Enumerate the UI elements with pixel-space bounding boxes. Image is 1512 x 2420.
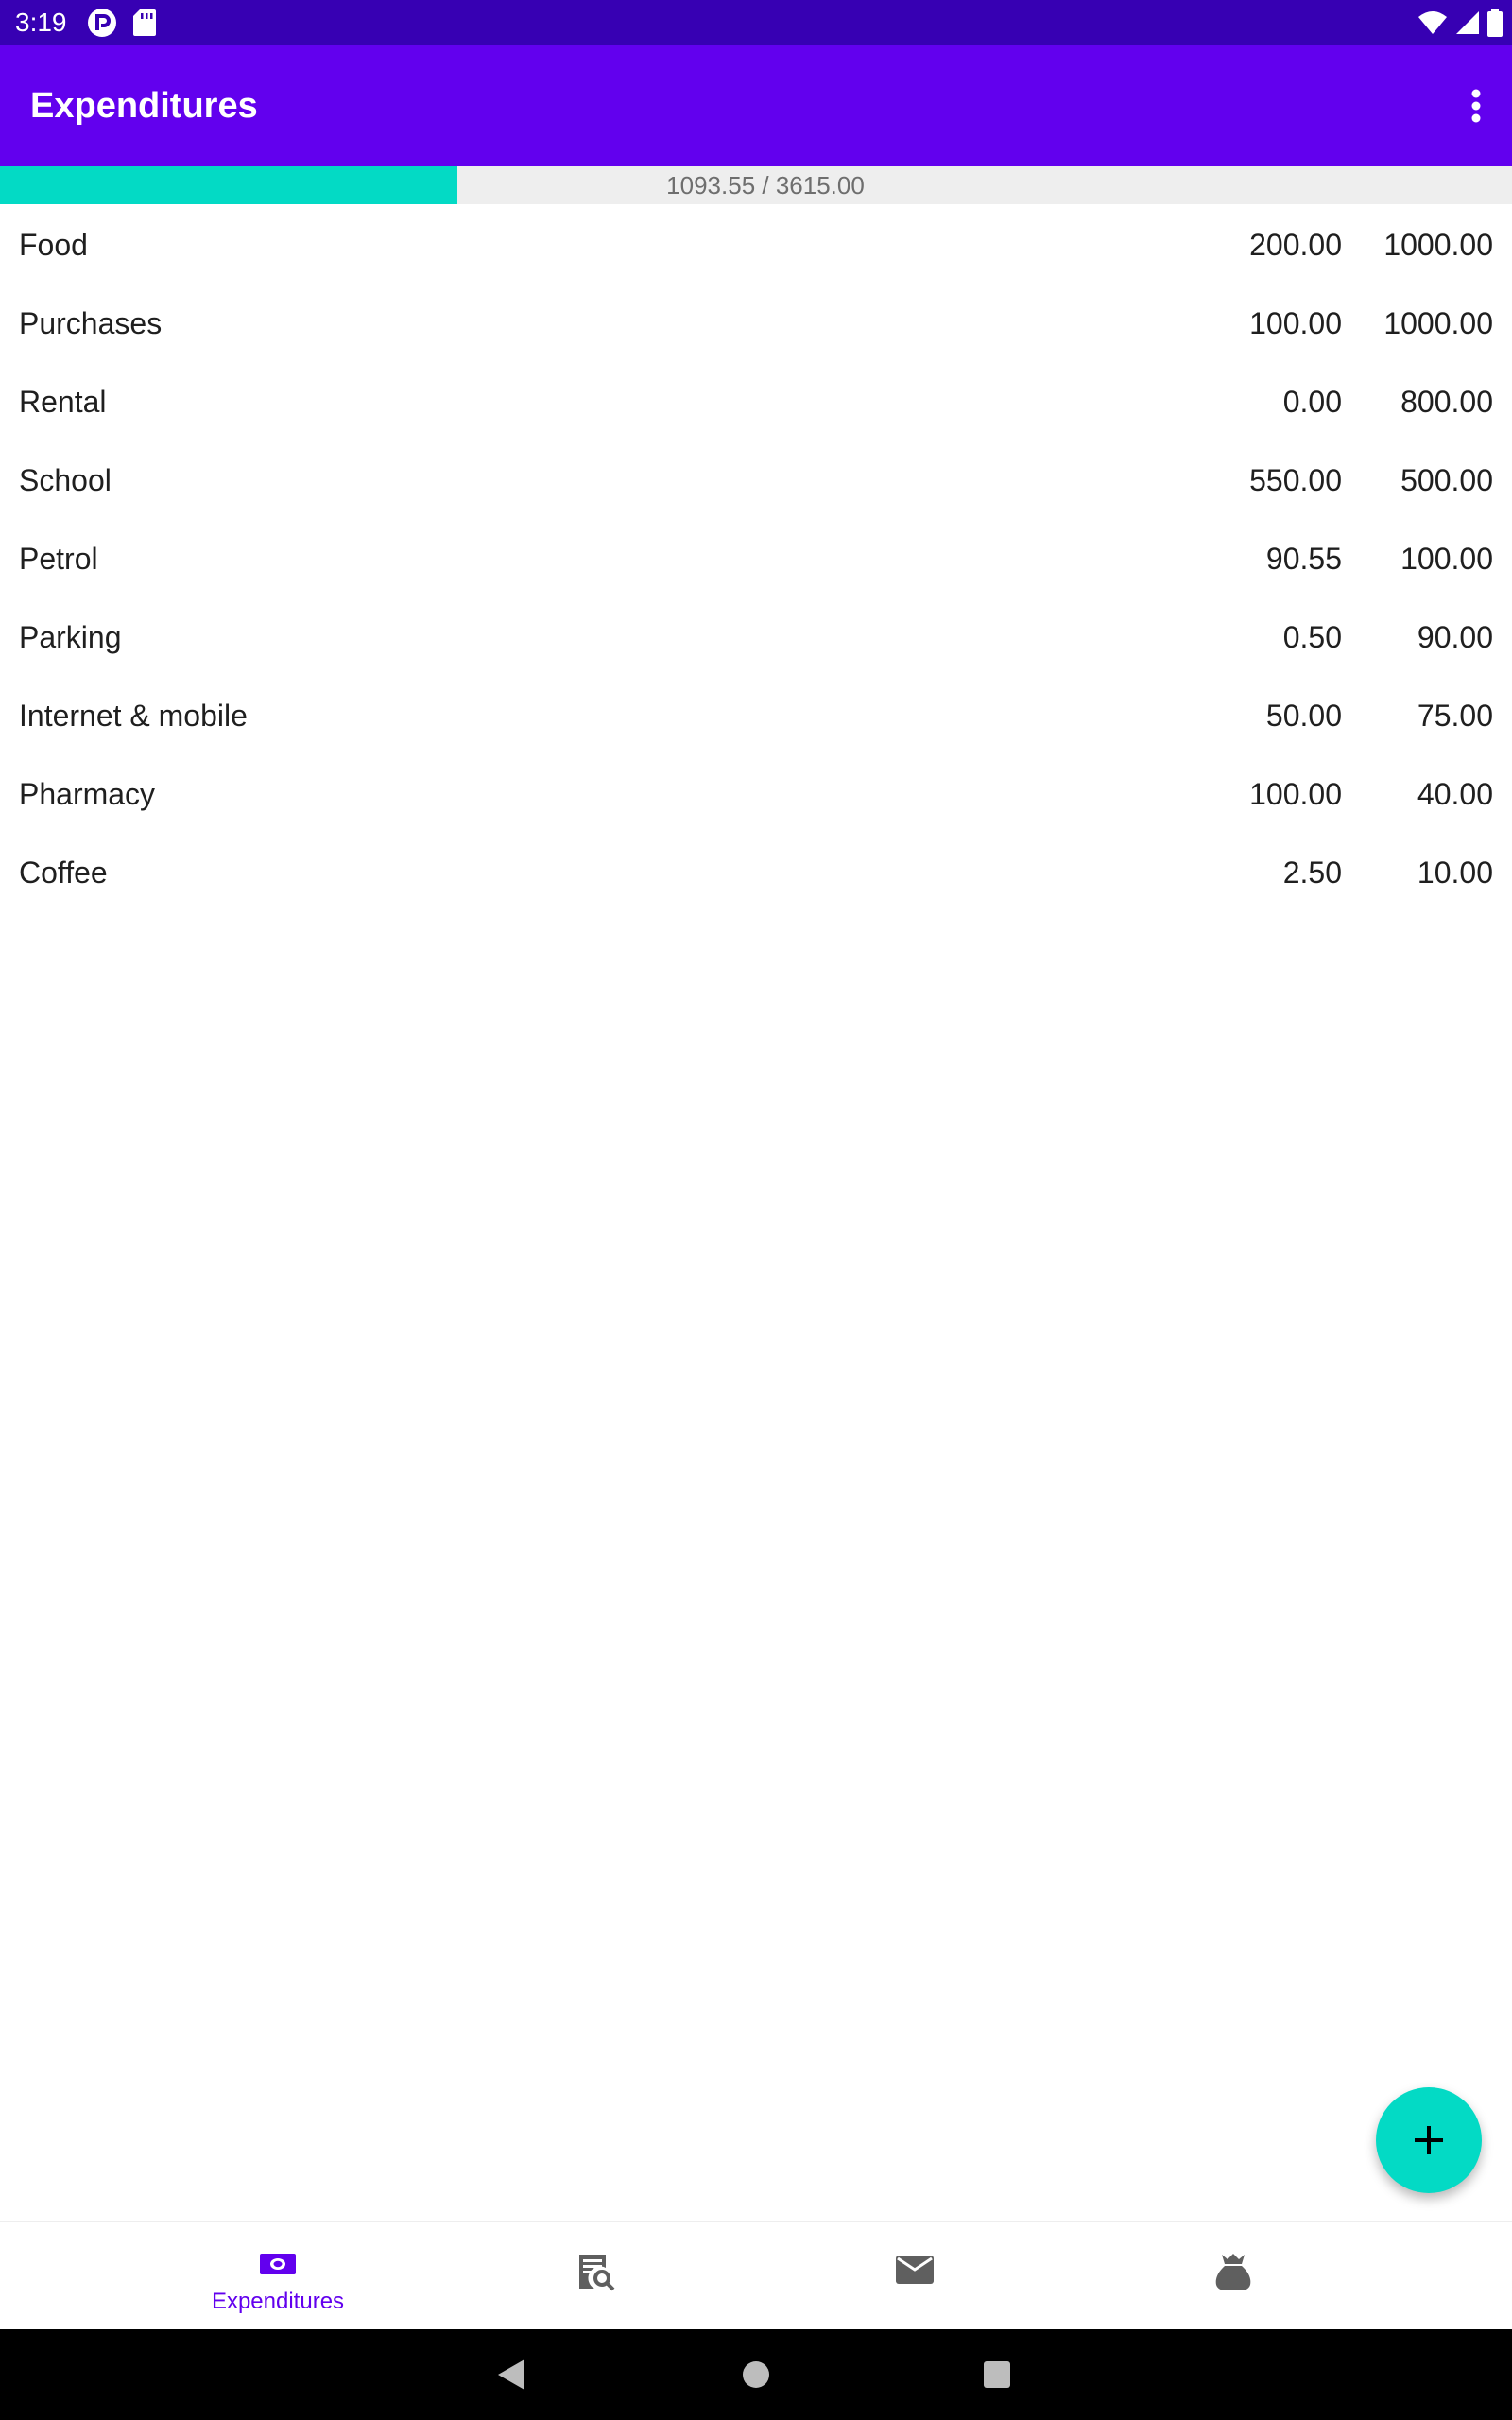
nav-item-receipt-search[interactable] bbox=[502, 2222, 691, 2330]
budget-amount: 1000.00 bbox=[1383, 306, 1493, 340]
recents-icon bbox=[984, 2361, 1010, 2388]
budget-amount: 40.00 bbox=[1417, 777, 1493, 811]
system-navigation-bar bbox=[0, 2329, 1512, 2420]
list-item[interactable]: Purchases 100.00 1000.00 bbox=[0, 285, 1512, 363]
add-icon bbox=[1415, 2126, 1443, 2154]
category-name: Pharmacy bbox=[19, 777, 156, 811]
status-bar: 3:19 bbox=[0, 0, 1512, 45]
status-right-icons bbox=[1418, 8, 1503, 38]
pocket-casts-icon bbox=[88, 9, 116, 37]
list-item[interactable]: Pharmacy 100.00 40.00 bbox=[0, 755, 1512, 834]
category-name: Purchases bbox=[19, 306, 163, 340]
budget-amount: 75.00 bbox=[1417, 699, 1493, 733]
nav-label-expenditures: Expenditures bbox=[211, 2289, 345, 2314]
category-name: Parking bbox=[19, 620, 122, 654]
status-left-icons bbox=[87, 8, 157, 38]
page-title: Expenditures bbox=[30, 86, 258, 126]
budget-amount: 90.00 bbox=[1417, 620, 1493, 654]
more-vert-icon bbox=[1471, 89, 1481, 123]
back-button[interactable] bbox=[490, 2352, 536, 2397]
sd-card-icon bbox=[133, 9, 156, 36]
budget-amount: 800.00 bbox=[1400, 385, 1493, 419]
app-bar: Expenditures bbox=[0, 45, 1512, 166]
recents-button[interactable] bbox=[974, 2352, 1020, 2397]
back-icon bbox=[498, 2360, 524, 2390]
category-name: Coffee bbox=[19, 856, 108, 890]
nav-item-mail[interactable] bbox=[820, 2222, 1009, 2330]
expenditure-list: Food 200.00 1000.00 Purchases 100.00 1000.00 R… bbox=[0, 206, 1512, 912]
spent-amount: 550.00 bbox=[1249, 463, 1342, 497]
budget-amount: 500.00 bbox=[1400, 463, 1493, 497]
overflow-menu-button[interactable] bbox=[1457, 79, 1495, 132]
budget-progress-bar: 1093.55 / 3615.00 bbox=[0, 166, 1512, 204]
list-item[interactable]: Petrol 90.55 100.00 bbox=[0, 520, 1512, 598]
category-name: Petrol bbox=[19, 542, 98, 576]
bottom-navigation: Expenditures bbox=[0, 2221, 1512, 2330]
spent-amount: 2.50 bbox=[1282, 856, 1342, 890]
category-name: Food bbox=[19, 228, 88, 262]
budget-amount: 10.00 bbox=[1417, 856, 1493, 890]
list-item[interactable]: Parking 0.50 90.00 bbox=[0, 598, 1512, 677]
nav-item-expenditures[interactable]: Expenditures bbox=[183, 2222, 372, 2330]
home-button[interactable] bbox=[733, 2352, 779, 2397]
spent-amount: 0.00 bbox=[1282, 385, 1342, 419]
nav-item-money-bag[interactable] bbox=[1139, 2222, 1328, 2330]
list-item[interactable]: Food 200.00 1000.00 bbox=[0, 206, 1512, 285]
list-item[interactable]: Internet & mobile 50.00 75.00 bbox=[0, 677, 1512, 755]
list-item[interactable]: Rental 0.00 800.00 bbox=[0, 363, 1512, 441]
battery-icon bbox=[1487, 9, 1503, 37]
home-icon bbox=[743, 2361, 769, 2388]
list-item[interactable]: Coffee 2.50 10.00 bbox=[0, 834, 1512, 912]
money-bag-icon bbox=[1215, 2254, 1251, 2290]
category-name: School bbox=[19, 463, 112, 497]
wifi-icon bbox=[1418, 11, 1447, 34]
status-time: 3:19 bbox=[15, 8, 67, 37]
receipt-search-icon bbox=[579, 2255, 615, 2291]
spent-amount: 200.00 bbox=[1249, 228, 1342, 262]
money-icon bbox=[260, 2254, 296, 2274]
spent-amount: 50.00 bbox=[1265, 699, 1342, 733]
spent-amount: 100.00 bbox=[1249, 306, 1342, 340]
budget-amount: 1000.00 bbox=[1383, 228, 1493, 262]
budget-amount: 100.00 bbox=[1400, 542, 1493, 576]
list-item[interactable]: School 550.00 500.00 bbox=[0, 441, 1512, 520]
category-name: Internet & mobile bbox=[19, 699, 248, 733]
spent-amount: 90.55 bbox=[1265, 542, 1342, 576]
spent-amount: 100.00 bbox=[1249, 777, 1342, 811]
budget-progress-label: 1093.55 / 3615.00 bbox=[666, 171, 865, 199]
category-name: Rental bbox=[19, 385, 107, 419]
spent-amount: 0.50 bbox=[1282, 620, 1342, 654]
add-expenditure-button[interactable] bbox=[1376, 2087, 1482, 2193]
cellular-signal-icon bbox=[1456, 11, 1479, 34]
mail-icon bbox=[896, 2256, 934, 2284]
